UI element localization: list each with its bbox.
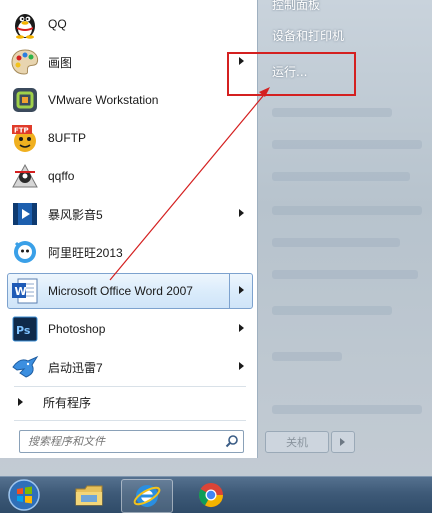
shutdown-button[interactable]: 关机 — [265, 431, 329, 453]
program-item-qqffo[interactable]: qqffo — [8, 158, 252, 194]
start-orb-icon[interactable] — [2, 479, 46, 511]
baofeng-player-icon — [9, 198, 41, 230]
taskbar — [0, 476, 432, 513]
program-item-aliwangwang[interactable]: 阿里旺旺2013 — [8, 234, 252, 270]
program-label: QQ — [48, 17, 67, 31]
program-item-baofeng[interactable]: 暴风影音5 — [8, 196, 252, 232]
program-item-vmware[interactable]: VMware Workstation — [8, 82, 252, 118]
control-panel-item[interactable]: 控制面板 — [272, 0, 320, 13]
ftp-client-icon: FTP — [9, 122, 41, 154]
program-label: Microsoft Office Word 2007 — [48, 284, 193, 298]
all-programs-label: 所有程序 — [43, 395, 92, 410]
svg-text:FTP: FTP — [14, 127, 29, 135]
program-label: 8UFTP — [48, 131, 87, 145]
annotation-highlight-box — [227, 52, 356, 96]
divider — [14, 420, 246, 421]
program-label: Photoshop — [48, 322, 106, 336]
photoshop-icon: Ps — [9, 313, 41, 345]
aliwangwang-icon — [9, 236, 41, 268]
arrow-right-icon — [18, 398, 23, 406]
search-input[interactable] — [26, 431, 220, 452]
chrome-icon[interactable] — [186, 479, 236, 511]
program-item-qq[interactable]: QQ — [8, 6, 252, 42]
program-label: 启动迅雷7 — [48, 360, 103, 375]
program-item-paint[interactable]: 画图 — [8, 44, 252, 80]
program-item-word-2007[interactable]: W Microsoft Office Word 2007 — [7, 273, 253, 309]
devices-printers-item[interactable]: 设备和打印机 — [272, 27, 344, 44]
svg-text:W: W — [15, 285, 27, 298]
program-item-8uftp[interactable]: FTP 8UFTP — [8, 120, 252, 156]
program-label: 阿里旺旺2013 — [48, 245, 123, 260]
program-item-thunder[interactable]: 启动迅雷7 — [8, 349, 252, 385]
submenu-arrow-icon[interactable] — [239, 324, 244, 332]
svg-text:Ps: Ps — [16, 324, 31, 337]
vmware-icon — [9, 84, 41, 116]
program-label: 暴风影音5 — [48, 207, 103, 222]
internet-explorer-icon[interactable] — [121, 479, 173, 513]
program-label: qqffo — [48, 169, 75, 183]
program-label: 画图 — [48, 55, 73, 70]
thunder-bird-icon — [9, 351, 41, 383]
divider — [14, 386, 246, 387]
file-explorer-icon[interactable] — [64, 479, 114, 511]
program-label: VMware Workstation — [48, 93, 159, 107]
submenu-arrow-icon[interactable] — [239, 209, 244, 217]
qqffo-icon — [9, 160, 41, 192]
all-programs-button[interactable]: 所有程序 — [12, 391, 91, 413]
start-menu-programs: QQ 画图 VMware Workstation FTP 8UFTP qqffo… — [0, 0, 258, 458]
qq-penguin-icon — [9, 8, 41, 40]
chevron-right-icon — [340, 438, 345, 446]
word-document-icon: W — [9, 275, 41, 307]
shutdown-options-button[interactable] — [331, 431, 355, 453]
submenu-arrow-icon[interactable] — [239, 362, 244, 370]
search-box[interactable] — [19, 430, 244, 453]
program-item-photoshop[interactable]: Ps Photoshop — [8, 311, 252, 347]
submenu-arrow-icon[interactable] — [239, 286, 244, 294]
paint-palette-icon — [9, 46, 41, 78]
search-icon[interactable] — [225, 434, 239, 451]
